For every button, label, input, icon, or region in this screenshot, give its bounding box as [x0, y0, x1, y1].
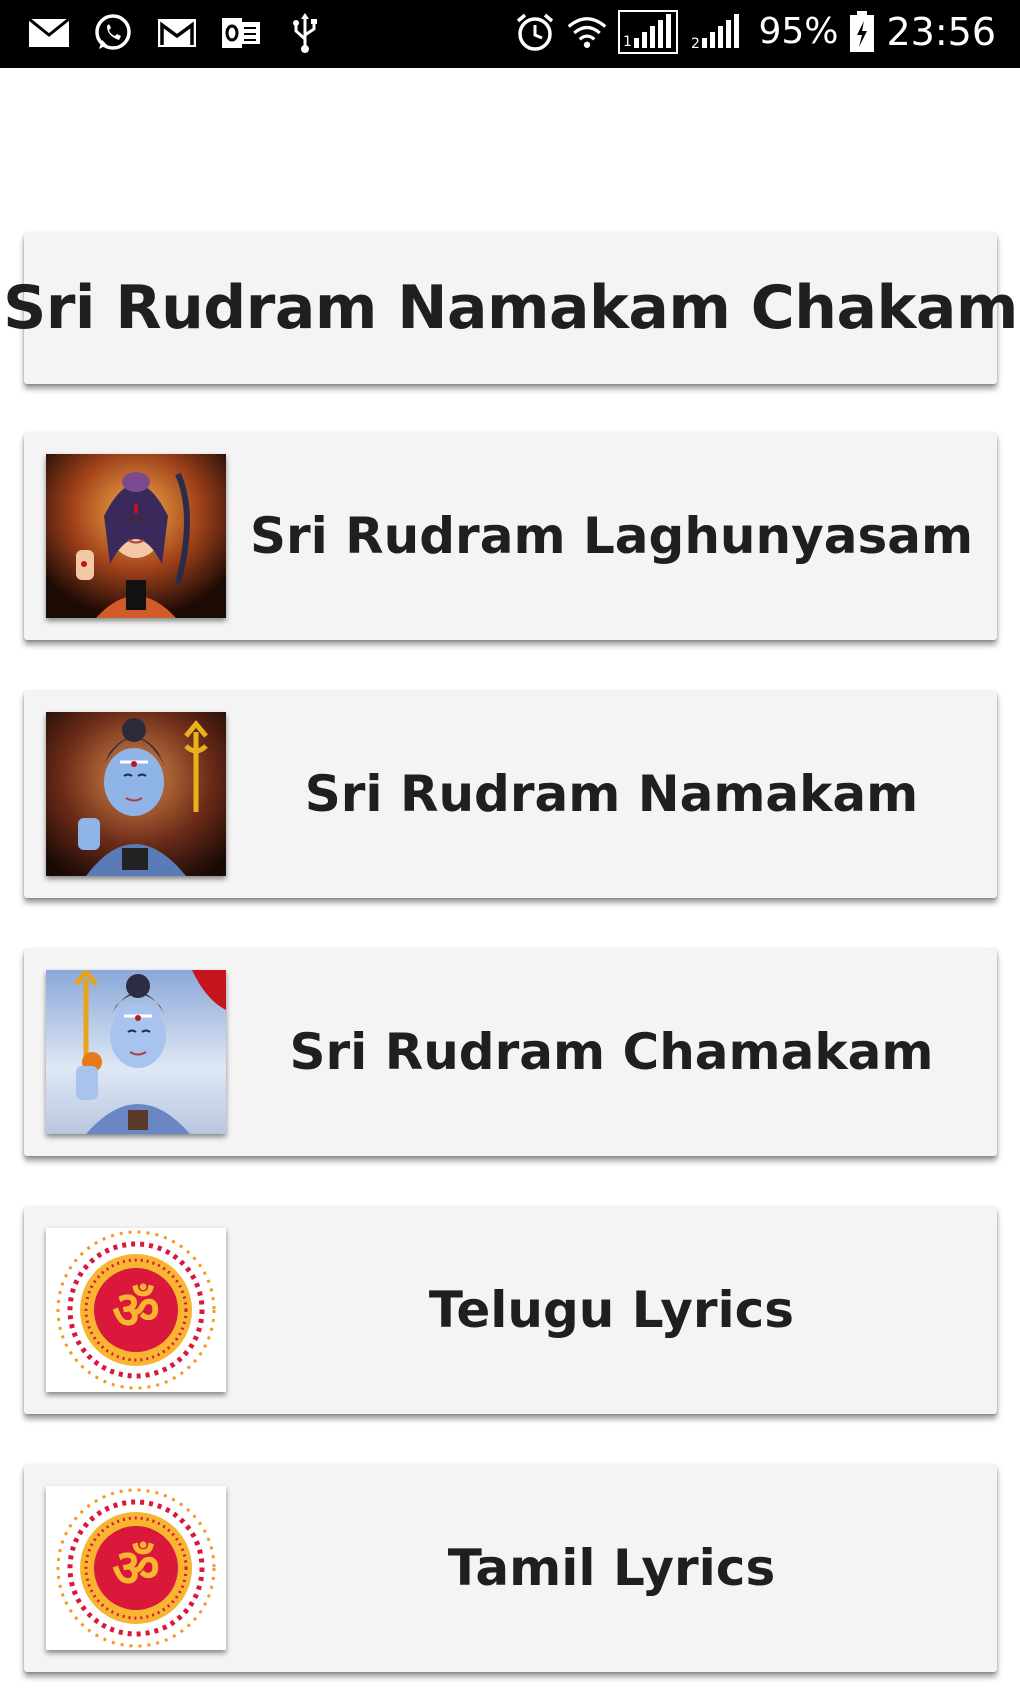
svg-text:ॐ: ॐ	[112, 1539, 159, 1599]
menu-item-label: Telugu Lyrics	[428, 1281, 795, 1339]
om-mandala-icon: ॐ	[46, 1228, 226, 1392]
battery-charging-icon	[848, 11, 876, 52]
menu-item-namakam[interactable]: Sri Rudram Namakam	[24, 690, 997, 898]
status-bar: 1 2 95% 23:56	[0, 0, 1020, 68]
shiva-image-2	[46, 712, 226, 876]
menu-item-tamil-lyrics[interactable]: ॐ Tamil Lyrics	[24, 1464, 997, 1672]
app-title-card: Sri Rudram Namakam Chakam	[3, 232, 1018, 384]
whatsapp-icon	[92, 14, 134, 52]
svg-text:1: 1	[623, 34, 632, 50]
shiva-image-1	[46, 454, 226, 618]
signal-sim2-icon: 2	[688, 13, 748, 52]
usb-icon	[284, 13, 326, 53]
outlook-icon	[220, 14, 262, 52]
menu-item-laghunyasam[interactable]: Sri Rudram Laghunyasam	[24, 432, 997, 640]
menu-item-chamakam[interactable]: Sri Rudram Chamakam	[24, 948, 997, 1156]
signal-sim1-icon: 1	[618, 10, 679, 54]
menu-item-label: Tamil Lyrics	[447, 1539, 776, 1597]
menu-item-label: Sri Rudram Laghunyasam	[249, 507, 974, 565]
om-mandala-icon: ॐ	[46, 1486, 226, 1650]
gmail-icon	[156, 14, 198, 52]
alarm-icon	[514, 13, 556, 51]
clock: 23:56	[886, 10, 996, 54]
menu-item-label: Sri Rudram Namakam	[304, 765, 919, 823]
svg-text:ॐ: ॐ	[112, 1281, 159, 1341]
svg-text:2: 2	[691, 36, 700, 52]
notification-icons	[28, 13, 326, 53]
app-title: Sri Rudram Namakam Chakam	[3, 273, 1018, 343]
battery-percentage: 95%	[758, 11, 839, 52]
menu-item-label: Sri Rudram Chamakam	[289, 1023, 934, 1081]
wifi-icon	[566, 13, 608, 51]
menu-item-telugu-lyrics[interactable]: ॐ Telugu Lyrics	[24, 1206, 997, 1414]
mail-icon	[28, 14, 70, 52]
system-status: 1 2 95% 23:56	[514, 10, 996, 54]
shiva-image-3	[46, 970, 226, 1134]
